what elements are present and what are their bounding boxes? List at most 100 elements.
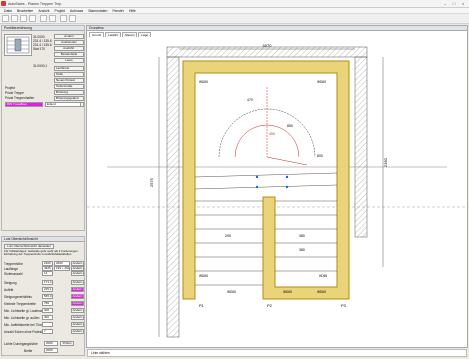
wall-top (166, 46, 368, 58)
dim-mid: 850 (287, 124, 293, 128)
row-change-button[interactable]: Ändern (71, 301, 84, 306)
row-value[interactable]: 400 (42, 308, 53, 313)
empty-button[interactable]: Leere (54, 58, 84, 63)
dim-top: 5070 (263, 43, 273, 48)
highlighted-item[interactable]: DIN 7-Laufbau (5, 102, 43, 107)
row-value[interactable]: 565.0 (42, 294, 53, 299)
row-label: Min. Lichtweite gl. Laufmax (4, 309, 43, 313)
row-change-button[interactable]: Ändern (71, 308, 84, 313)
row-label: Lauflänge (4, 267, 19, 271)
dim-bottom-right: 380 (299, 248, 305, 252)
width-field[interactable]: 2000 (44, 348, 58, 353)
row-value[interactable]: 7 (42, 329, 53, 334)
dim-small: 400 (269, 132, 275, 136)
row-label: Min. Auftrittsbreite bei 70cm (4, 323, 44, 327)
save-icon[interactable] (20, 15, 27, 22)
components-button[interactable]: Bestandteile (54, 52, 84, 57)
stair-stringer (182, 60, 350, 300)
zoom-icon[interactable] (60, 15, 67, 22)
stair-plan-drawing: 5070 2575 2350 1000 (87, 43, 467, 338)
undo-icon[interactable] (40, 15, 47, 22)
width-label: Breite (24, 349, 33, 353)
row-value[interactable]: 14 (42, 271, 53, 276)
new-file-icon[interactable] (2, 15, 9, 22)
row-value[interactable]: 400 (42, 315, 53, 320)
menu-item-bruestungsgelaend[interactable]: Brüstungsgeländ (54, 96, 84, 101)
label-wd65-a: WD65 (199, 80, 208, 84)
pan-icon[interactable] (69, 15, 76, 22)
row-change-button[interactable]: Ändern (71, 315, 84, 320)
label-wd65-b: WD65 (317, 80, 326, 84)
project-label-hallen: Privat Treppenhallen (5, 96, 35, 100)
clearance-field[interactable]: 2000 (44, 341, 58, 346)
print-icon[interactable] (29, 15, 36, 22)
row-change-button[interactable]: Ändern (71, 271, 84, 276)
hide-button[interactable]: Ausblenden (54, 40, 84, 45)
label-wd65-c: WD65 (199, 274, 208, 278)
show-overview-button[interactable]: Lotz Übersicht/Ansicht darstellen (4, 244, 54, 249)
row-change-button[interactable]: Ändern (71, 322, 84, 327)
dim-bottom-left: 290 (225, 234, 231, 238)
project-label: Projekt (5, 86, 15, 90)
label-wd65-d: WD65 (227, 290, 236, 294)
details-button[interactable]: Ausführl. (54, 46, 84, 51)
dim-vertical: 800 (317, 154, 323, 158)
point-panel: Punktbezeichnung 31.0000 231.4 / 135.6 2… (1, 25, 85, 231)
row-label: Auftritt (4, 288, 14, 292)
label-hd65: HD65 (319, 274, 327, 278)
menu-item-laufbreite[interactable]: Laufbreite (54, 66, 84, 71)
menu-item-podest[interactable]: Neues Podest (54, 78, 84, 83)
overview-note: Für Vollständiges: Gebäude geht mehr als… (4, 250, 79, 257)
label-p3: P3 (341, 303, 347, 308)
title-bar: AutoStairs - Planen Treppen Trep – □ × (0, 0, 469, 8)
menu-item-stufenmasse[interactable]: Stufenmaße (54, 84, 84, 89)
label-wd65-f: WD65 (317, 290, 326, 294)
wall-left (166, 56, 180, 338)
row-value[interactable]: 225.1 (42, 287, 53, 292)
close-button[interactable]: × (459, 1, 467, 7)
menu-item-stufe[interactable]: Stufe (54, 72, 84, 77)
label-p2: P2 (267, 303, 273, 308)
row-label: Steigung (4, 281, 17, 285)
row-value[interactable]: 780 (42, 301, 53, 306)
maximize-button[interactable]: □ (450, 1, 458, 7)
project-label-treppe: Privat Treppe (5, 91, 24, 95)
label-wd65-e: WD65 (283, 290, 292, 294)
check-button[interactable]: Prüfen (60, 341, 74, 346)
redo-icon[interactable] (49, 15, 56, 22)
mode-select[interactable]: Erland (45, 102, 81, 107)
row-label: Steigungsverhältnis (4, 295, 32, 299)
minimize-button[interactable]: – (441, 1, 449, 7)
clearance-label: Lichte Durchgangshöhe (4, 342, 38, 346)
stair-preview (4, 34, 32, 56)
dim-left: 2575 (149, 177, 154, 187)
row-value-secondary[interactable]: 199 + 4625 (54, 266, 70, 271)
coord-4: 31.0000,1 (33, 64, 48, 68)
row-value[interactable]: 171.4 (42, 280, 53, 285)
toolbar (0, 14, 469, 24)
row-label: Kleinste Treppenbreite (4, 302, 36, 306)
dim-right: 2350 (383, 157, 388, 167)
wall-right (354, 56, 368, 238)
row-change-button[interactable]: Ändern (71, 294, 84, 299)
coord-3: Stat 170 (33, 47, 45, 51)
row-change-button[interactable]: Ändern (71, 329, 84, 334)
overview-panel-title: Lotz Übersicht/Ansicht (2, 237, 84, 242)
drawing-area[interactable]: Grundriss Grundr Lauflini Stenen Lage 5070 … (86, 25, 468, 348)
row-change-button[interactable]: Ändern (71, 280, 84, 285)
change-button[interactable]: Ändern (54, 34, 84, 39)
point-panel-title: Punktbezeichnung (2, 26, 84, 31)
row-value[interactable] (42, 322, 53, 327)
row-label: Anzahl Ecken ohne Podest (4, 330, 43, 334)
row-label: Min. Lichtweite gr. außen (4, 316, 40, 320)
dim-bottom-mid: 380 (299, 234, 305, 238)
row-label: Stufenanzahl (4, 272, 23, 276)
label-p1: P1 (199, 303, 205, 308)
command-line-input[interactable]: Linie wählen (87, 349, 467, 357)
window-title: AutoStairs - Planen Treppen Trep (8, 2, 62, 6)
row-label: Treppenhöhe (4, 262, 23, 266)
row-change-button[interactable]: Ändern (71, 287, 84, 292)
menu-item-bruestung[interactable]: Brüstung (54, 90, 84, 95)
open-file-icon[interactable] (11, 15, 18, 22)
dim-upper: 470 (247, 98, 253, 102)
